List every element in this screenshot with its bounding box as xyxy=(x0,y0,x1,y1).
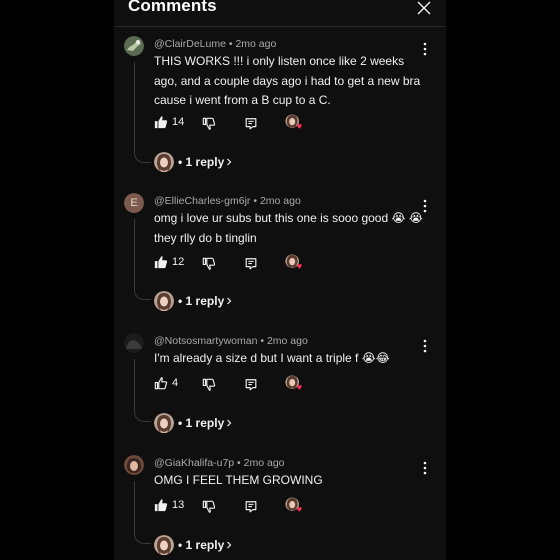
comment-text: THIS WORKS !!! i only listen once like 2… xyxy=(154,54,421,107)
replier-avatar xyxy=(154,413,174,433)
commenter-avatar[interactable] xyxy=(124,36,144,56)
view-replies-button[interactable]: • 1 reply xyxy=(154,535,274,557)
reply-icon[interactable] xyxy=(244,376,258,394)
comment-author[interactable]: @Notsosmartywoman xyxy=(154,335,257,347)
thumbs-down-icon[interactable] xyxy=(202,115,216,133)
thumbs-up-icon xyxy=(154,498,168,512)
comment-meta: @EllieCharles-gm6jr • 2mo ago xyxy=(154,195,301,207)
thumbs-up-icon xyxy=(154,376,168,390)
comment-author[interactable]: @ClairDeLume xyxy=(154,38,226,50)
like-count: 4 xyxy=(172,377,179,389)
comment-text: omg i love ur subs but this one is sooo … xyxy=(154,211,423,245)
creator-heart-icon xyxy=(284,114,304,132)
comment-meta: @GiaKhalifa-u7p • 2mo ago xyxy=(154,457,285,469)
view-replies-button[interactable]: • 1 reply xyxy=(154,291,274,313)
replier-avatar xyxy=(154,535,174,555)
comment-age: 2mo ago xyxy=(235,38,277,50)
replies-label: • 1 reply xyxy=(178,155,225,169)
close-icon[interactable] xyxy=(414,0,434,18)
panel-title: Comments xyxy=(128,0,217,15)
reply-icon[interactable] xyxy=(244,498,258,516)
comment-actions: 13 xyxy=(154,497,424,515)
comment-age: 2mo ago xyxy=(259,195,301,207)
thumbs-down-icon[interactable] xyxy=(202,498,216,516)
view-replies-button[interactable]: • 1 reply xyxy=(154,413,274,435)
comment-age: 2mo ago xyxy=(266,335,308,347)
chevron-right-icon xyxy=(224,157,234,167)
like-button[interactable]: 14 xyxy=(154,114,194,132)
reply-icon[interactable] xyxy=(244,255,258,273)
comment-author[interactable]: @GiaKhalifa-u7p xyxy=(154,457,234,469)
replies-label: • 1 reply xyxy=(178,538,225,552)
commenter-avatar[interactable] xyxy=(124,455,144,475)
comment-actions: 4 xyxy=(154,375,424,393)
comment-age: 2mo ago xyxy=(243,457,285,469)
view-replies-button[interactable]: • 1 reply xyxy=(154,152,274,174)
comment-text: OMG I FEEL THEM GROWING xyxy=(154,473,323,487)
thumbs-down-icon[interactable] xyxy=(202,255,216,273)
thread-connector xyxy=(134,62,151,163)
chevron-right-icon xyxy=(224,418,234,428)
chevron-right-icon xyxy=(224,540,234,550)
creator-heart-icon xyxy=(284,497,304,515)
avatar-letter: E xyxy=(124,193,144,213)
comments-header: Comments xyxy=(114,0,446,27)
thumbs-down-icon[interactable] xyxy=(202,376,216,394)
comment-text: I'm already a size d but I want a triple… xyxy=(154,351,390,365)
replies-label: • 1 reply xyxy=(178,416,225,430)
chevron-right-icon xyxy=(224,296,234,306)
thread-connector xyxy=(134,219,151,300)
thumbs-up-icon xyxy=(154,115,168,129)
comment-author[interactable]: @EllieCharles-gm6jr xyxy=(154,195,250,207)
thumbs-up-icon xyxy=(154,255,168,269)
thread-connector xyxy=(134,359,151,422)
like-count: 13 xyxy=(172,499,185,511)
like-count: 12 xyxy=(172,256,185,268)
like-button[interactable]: 13 xyxy=(154,497,194,515)
commenter-avatar[interactable]: E xyxy=(124,193,144,213)
thread-connector xyxy=(134,481,151,544)
creator-heart-icon xyxy=(284,254,304,272)
comment-actions: 12 xyxy=(154,254,424,272)
like-count: 14 xyxy=(172,116,185,128)
reply-icon[interactable] xyxy=(244,115,258,133)
comment-meta: @ClairDeLume • 2mo ago xyxy=(154,38,277,50)
comment-actions: 14 xyxy=(154,114,424,132)
replier-avatar xyxy=(154,291,174,311)
comment-meta: @Notsosmartywoman • 2mo ago xyxy=(154,335,308,347)
replies-label: • 1 reply xyxy=(178,294,225,308)
like-button[interactable]: 12 xyxy=(154,254,194,272)
commenter-avatar[interactable] xyxy=(124,333,144,353)
creator-heart-icon xyxy=(284,375,304,393)
like-button[interactable]: 4 xyxy=(154,375,194,393)
replier-avatar xyxy=(154,152,174,172)
comments-panel: Comments @ClairDeLume • 2mo ago THIS WOR… xyxy=(114,0,446,560)
